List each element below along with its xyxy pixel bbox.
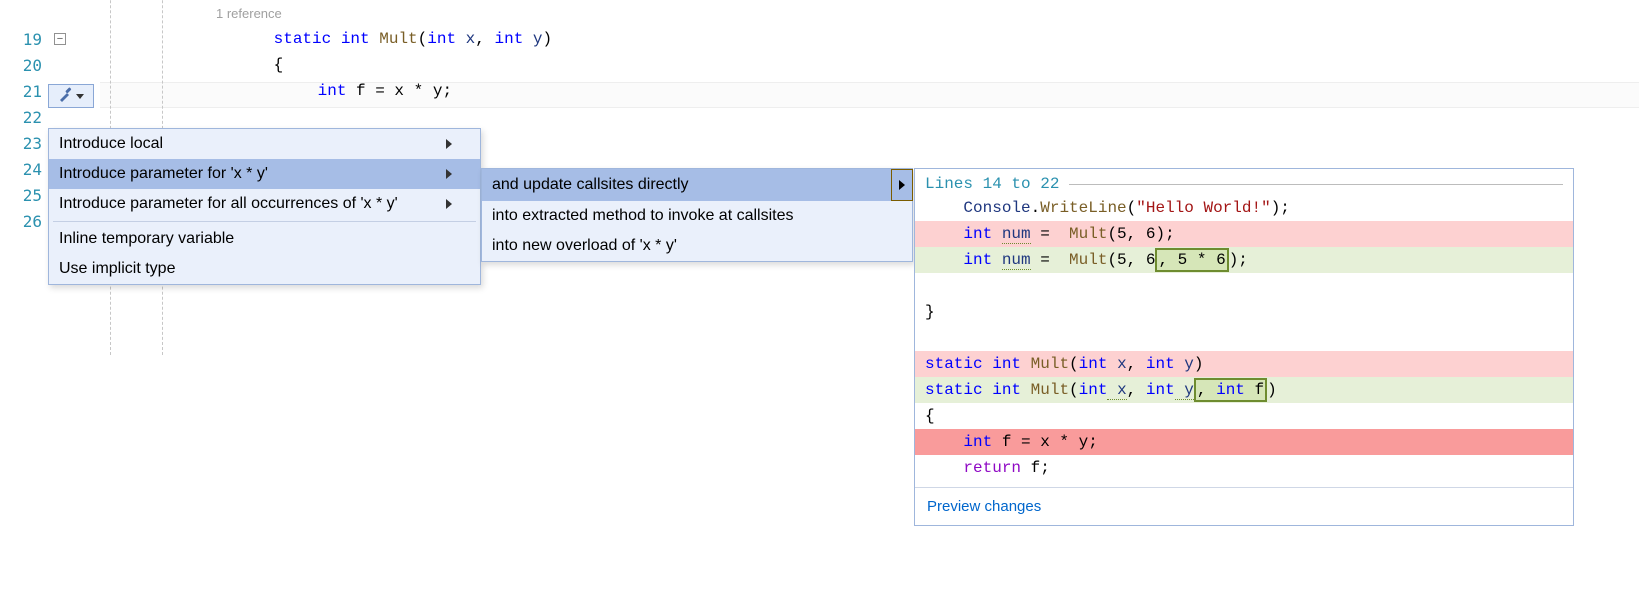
code-line[interactable]: 21 int f = x * y; (0, 78, 1639, 104)
preview-range-label: Lines 14 to 22 (925, 175, 1059, 193)
preview-changes-link[interactable]: Preview changes (915, 487, 1573, 525)
diff-line-removed: int num = Mult(5, 6); (915, 221, 1573, 247)
submenu-arrow-icon (446, 199, 452, 209)
diff-line: return f; (915, 455, 1573, 481)
line-number: 22 (0, 108, 48, 127)
line-number: 20 (0, 56, 48, 75)
quick-actions-button[interactable] (48, 84, 94, 108)
line-number: 21 (0, 82, 48, 101)
line-number: 24 (0, 160, 48, 179)
diff-line-removed: static int Mult(int x, int y) (915, 351, 1573, 377)
menu-item-introduce-local[interactable]: Introduce local (49, 129, 480, 159)
screwdriver-icon (58, 86, 74, 106)
menu-item-introduce-parameter[interactable]: Introduce parameter for 'x * y' (49, 159, 480, 189)
submenu-arrow-icon (446, 139, 452, 149)
diff-line (915, 273, 1573, 299)
preview-changes-panel: Lines 14 to 22 Console.WriteLine("Hello … (914, 168, 1574, 526)
line-number: 25 (0, 186, 48, 205)
preview-arrow-icon[interactable] (891, 169, 913, 201)
preview-diff: Console.WriteLine("Hello World!"); int n… (915, 195, 1573, 487)
diff-line-removed: int f = x * y; (915, 429, 1573, 455)
line-number: 23 (0, 134, 48, 153)
menu-item-inline-temporary[interactable]: Inline temporary variable (49, 224, 480, 254)
chevron-down-icon (76, 94, 84, 99)
diff-line-added: static int Mult(int x, int y, int f) (915, 377, 1573, 403)
diff-line (915, 325, 1573, 351)
diff-line: { (915, 403, 1573, 429)
diff-line-added: int num = Mult(5, 6, 5 * 6); (915, 247, 1573, 273)
diff-line: } (915, 299, 1573, 325)
diff-line: Console.WriteLine("Hello World!"); (915, 195, 1573, 221)
submenu-item-new-overload[interactable]: into new overload of 'x * y' (482, 231, 912, 261)
line-number: 19 (0, 30, 48, 49)
menu-item-introduce-parameter-all[interactable]: Introduce parameter for all occurrences … (49, 189, 480, 219)
fold-toggle-icon[interactable]: − (54, 33, 66, 45)
divider (1069, 184, 1563, 185)
submenu-arrow-icon (446, 169, 452, 179)
submenu-item-extracted-method[interactable]: into extracted method to invoke at calls… (482, 201, 912, 231)
menu-item-use-implicit-type[interactable]: Use implicit type (49, 254, 480, 284)
menu-separator (53, 221, 476, 222)
quick-actions-submenu: and update callsites directly into extra… (481, 168, 913, 262)
quick-actions-menu: Introduce local Introduce parameter for … (48, 128, 481, 285)
submenu-item-update-callsites[interactable]: and update callsites directly (482, 169, 912, 201)
line-number: 26 (0, 212, 48, 231)
